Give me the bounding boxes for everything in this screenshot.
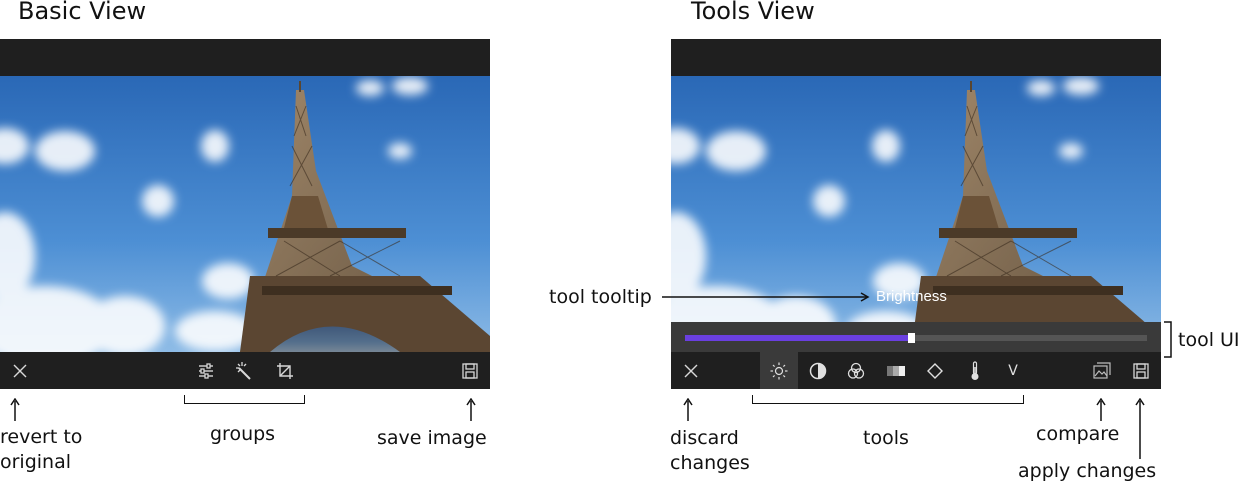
color-icon [847,362,865,379]
tools-view-panel: Brightness V [671,39,1161,389]
tools-toolbar: V [671,352,1161,389]
contrast-icon [809,362,827,379]
crop-icon [277,362,293,379]
groups-label: groups [210,423,276,445]
basic-view-panel [0,39,490,389]
photo-eiffel-tower [0,76,490,352]
basic-toolbar [0,352,490,389]
temperature-tool-button[interactable] [963,352,987,389]
tool-ui-panel [671,322,1161,355]
compare-arrow [1096,398,1106,421]
slider-fill [685,335,912,341]
tools-view-heading: Tools View [691,0,815,25]
save-icon [1133,362,1149,379]
tool-tooltip: Brightness [876,288,947,305]
crop-group-button[interactable] [272,352,298,389]
tool-ui-bracket [1164,321,1172,358]
compare-label: compare [1036,423,1120,445]
revert-arrow [10,398,20,421]
temperature-icon [971,360,979,380]
sliders-icon [199,362,213,379]
slider-thumb[interactable] [908,333,916,343]
tools-bracket [752,395,1024,404]
save-icon [462,362,478,379]
apply-label: apply changes [1018,460,1157,482]
revert-label: revert to original [0,426,83,473]
magic-wand-icon [236,361,251,380]
groups-bracket [184,395,305,404]
brightness-tool-button[interactable] [767,352,791,389]
adjust-group-button[interactable] [193,352,219,389]
tool-tooltip-label: tool tooltip [549,286,652,308]
tools-label: tools [863,427,909,449]
brightness-icon [770,362,788,379]
save-label: save image [377,427,487,449]
gradient-icon [887,365,905,376]
apply-arrow [1135,398,1145,459]
contrast-tool-button[interactable] [806,352,830,389]
photo-eiffel-tower [671,76,1161,352]
enhance-group-button[interactable] [231,352,257,389]
vignette-icon: V [1008,362,1018,379]
close-icon [684,364,698,377]
discard-arrow [683,398,693,421]
apply-changes-button[interactable] [1129,352,1153,389]
discard-label: discard changes [670,427,750,474]
compare-button[interactable] [1090,352,1114,389]
sharpen-tool-button[interactable] [923,352,947,389]
tool-ui-label: tool UI [1178,329,1240,351]
sharpen-icon [927,362,943,379]
save-arrow [466,398,476,421]
color-tool-button[interactable] [844,352,868,389]
slider-track[interactable] [685,333,1147,343]
discard-button[interactable] [679,352,703,389]
vignette-tool-button[interactable]: V [1001,352,1025,389]
tool-tooltip-arrow [662,292,870,302]
gradient-tool-button[interactable] [884,352,908,389]
close-icon [13,364,27,377]
save-image-button[interactable] [458,352,482,389]
basic-view-heading: Basic View [18,0,147,25]
compare-icon [1093,361,1111,379]
revert-button[interactable] [8,352,32,389]
